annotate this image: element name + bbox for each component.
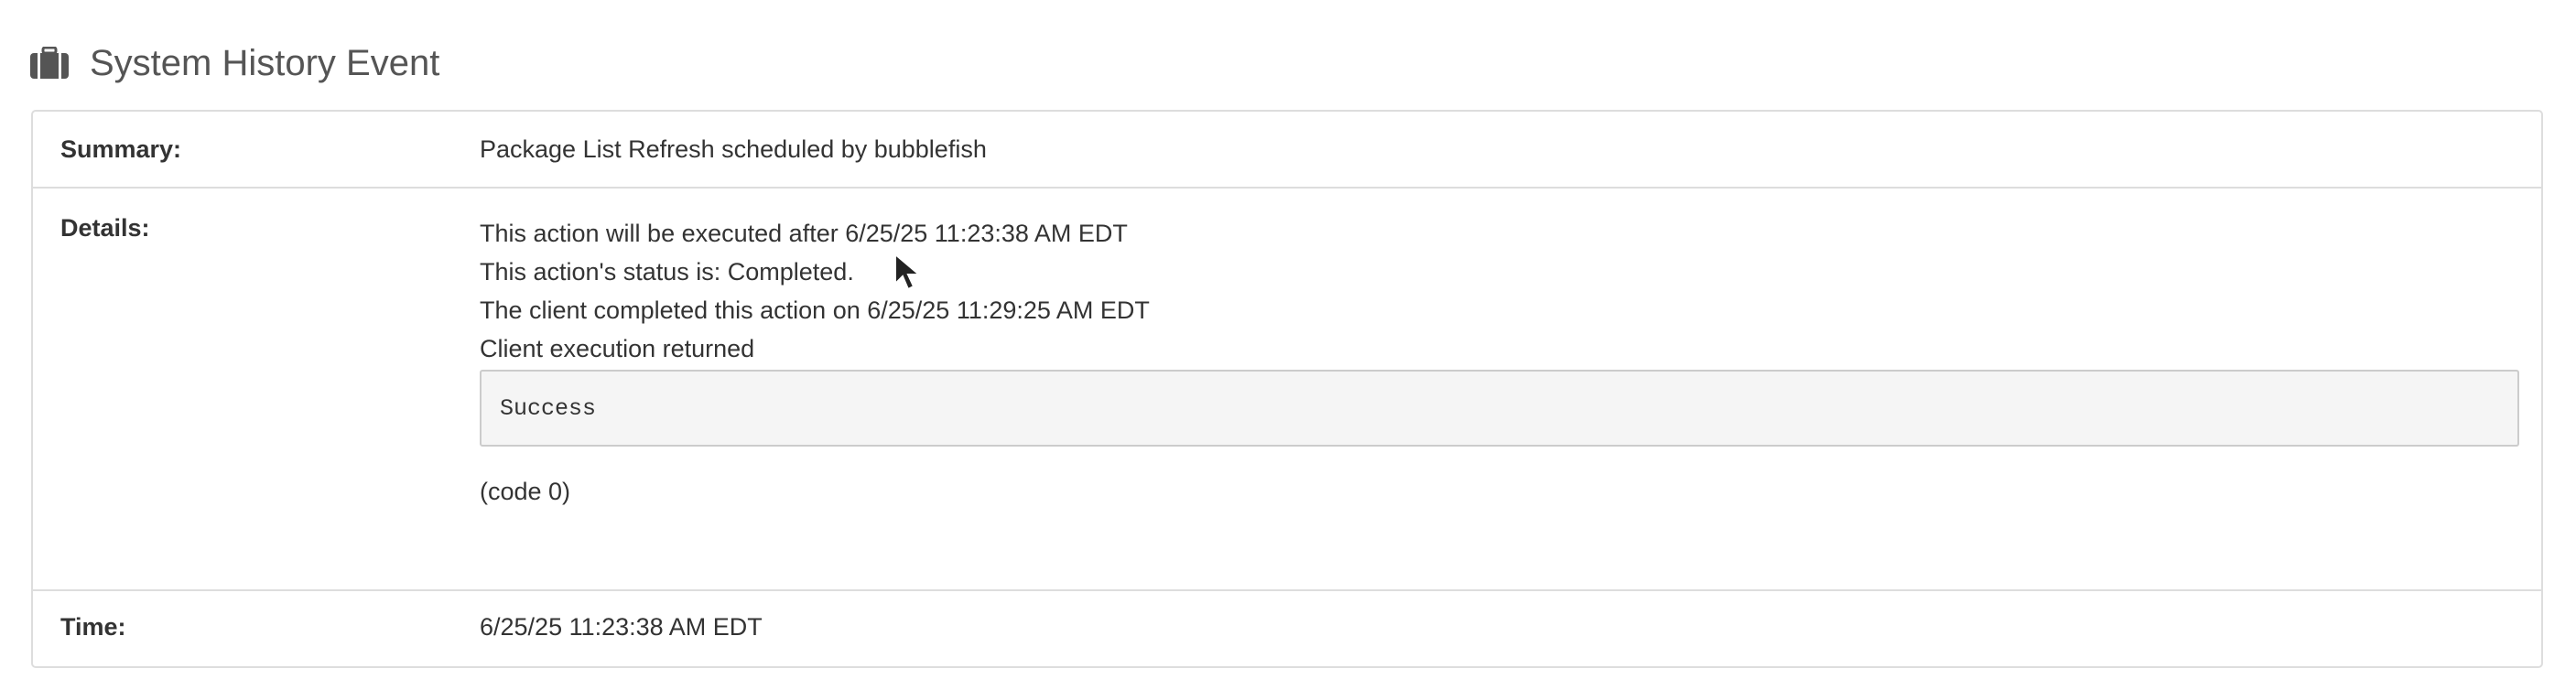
- details-value: This action will be executed after 6/25/…: [480, 214, 2519, 511]
- status-line: This action's status is: Completed.: [480, 258, 854, 286]
- details-label: Details:: [60, 214, 150, 242]
- summary-label: Summary:: [60, 135, 182, 163]
- time-value: 6/25/25 11:23:38 AM EDT: [480, 613, 763, 641]
- completed-time-line: The client completed this action on 6/25…: [480, 296, 1150, 324]
- page-title: System History Event: [90, 43, 440, 83]
- time-label: Time:: [60, 613, 126, 641]
- time-row: Time: 6/25/25 11:23:38 AM EDT: [33, 591, 2541, 668]
- return-code: (code 0): [480, 478, 571, 505]
- details-row: Details: This action will be executed af…: [33, 189, 2541, 591]
- page-header: System History Event: [29, 33, 439, 93]
- mouse-cursor-icon: [894, 253, 921, 291]
- briefcase-icon: [30, 47, 69, 79]
- execution-output-box: Success: [480, 370, 2519, 447]
- scheduled-time-line: This action will be executed after 6/25/…: [480, 220, 1128, 247]
- summary-row: Summary: Package List Refresh scheduled …: [33, 112, 2541, 189]
- execution-returned-line: Client execution returned: [480, 335, 755, 362]
- event-details-panel: Summary: Package List Refresh scheduled …: [31, 110, 2543, 668]
- summary-value: Package List Refresh scheduled by bubble…: [480, 135, 987, 163]
